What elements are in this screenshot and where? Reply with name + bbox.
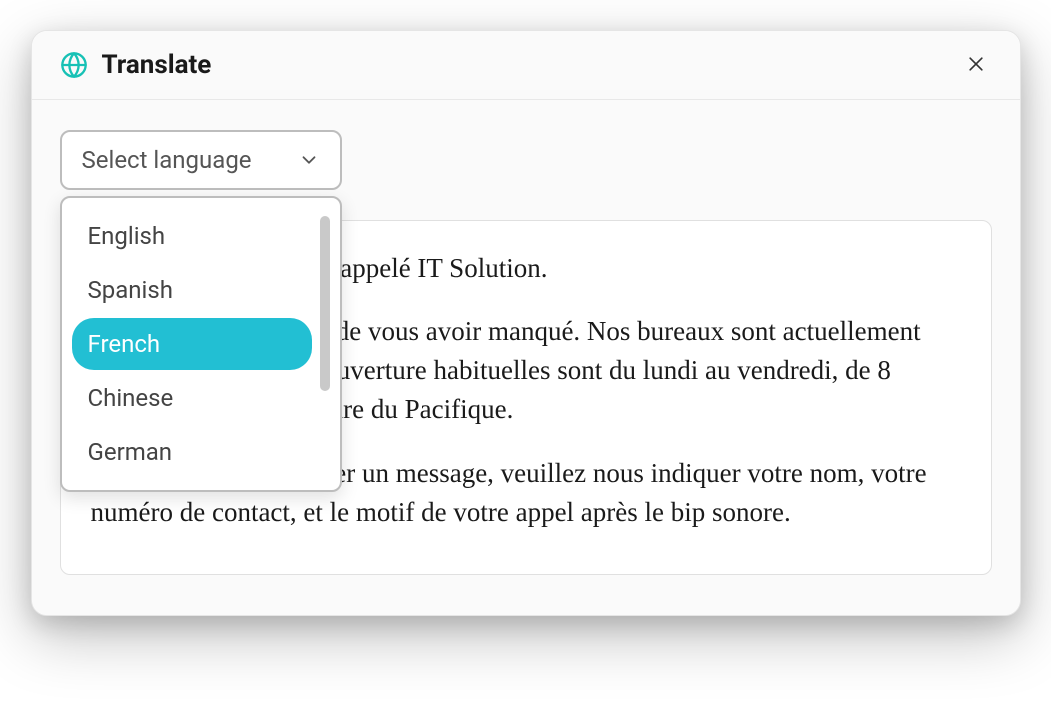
language-dropdown: English Spanish French Chinese German xyxy=(60,196,342,492)
modal-title: Translate xyxy=(102,50,212,80)
dropdown-scrollbar[interactable] xyxy=(320,216,330,391)
globe-icon xyxy=(60,51,88,79)
language-option-english[interactable]: English xyxy=(72,210,312,262)
close-button[interactable] xyxy=(960,49,992,81)
modal-header: Translate xyxy=(32,31,1020,100)
language-select-wrap: Select language English Spanish French C… xyxy=(60,130,342,190)
language-dropdown-list: English Spanish French Chinese German xyxy=(72,210,330,478)
language-select-label: Select language xyxy=(82,146,252,174)
chevron-down-icon xyxy=(298,149,320,171)
close-icon xyxy=(966,54,986,77)
language-option-chinese[interactable]: Chinese xyxy=(72,372,312,424)
translate-modal: Translate Select language xyxy=(31,30,1021,616)
language-select[interactable]: Select language xyxy=(60,130,342,190)
language-option-spanish[interactable]: Spanish xyxy=(72,264,312,316)
modal-body: Select language English Spanish French C… xyxy=(32,100,1020,615)
language-option-french[interactable]: French xyxy=(72,318,312,370)
language-option-german[interactable]: German xyxy=(72,426,312,478)
